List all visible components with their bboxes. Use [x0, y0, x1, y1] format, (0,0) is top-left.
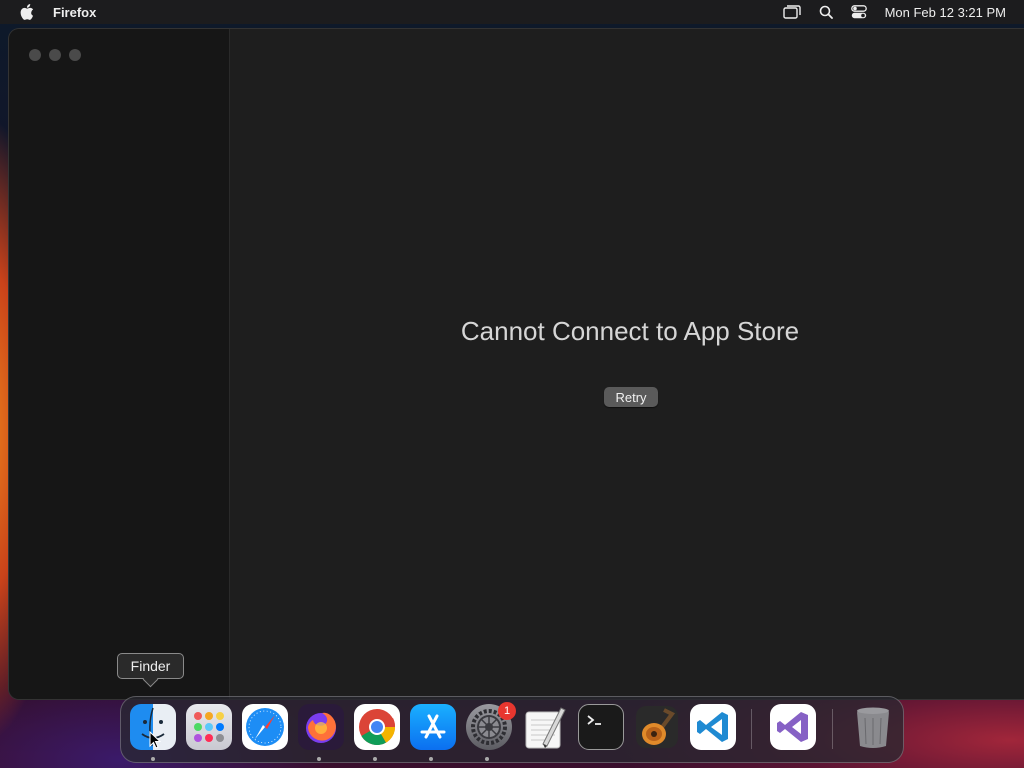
menu-bar: Firefox Mon Feb 12 3:21 PM: [0, 0, 1024, 24]
dock-tooltip: Finder: [117, 653, 184, 679]
screen-mirroring-icon[interactable]: [782, 5, 801, 19]
firefox-icon[interactable]: [298, 704, 344, 750]
minimize-window-button[interactable]: [49, 49, 61, 61]
mouse-cursor-icon: [149, 730, 162, 754]
dock-separator: [832, 709, 833, 749]
menu-bar-clock[interactable]: Mon Feb 12 3:21 PM: [885, 5, 1006, 20]
zoom-window-button[interactable]: [69, 49, 81, 61]
app-store-icon[interactable]: [410, 704, 456, 750]
dock: 1: [120, 696, 904, 763]
system-settings-badge: 1: [498, 702, 516, 720]
chrome-icon[interactable]: [354, 704, 400, 750]
retry-button[interactable]: Retry: [604, 387, 658, 407]
chrome-running-indicator: [373, 757, 377, 761]
connection-error-title: Cannot Connect to App Store: [460, 316, 800, 346]
trash-icon[interactable]: [850, 704, 896, 750]
terminal-icon[interactable]: [578, 704, 624, 750]
app-store-window: Cannot Connect to App Store Retry: [9, 29, 1024, 699]
vscode-icon[interactable]: [690, 704, 736, 750]
textedit-icon[interactable]: [522, 704, 568, 750]
system-settings-running-indicator: [485, 757, 489, 761]
search-icon[interactable]: [819, 5, 833, 19]
apple-icon[interactable]: [19, 4, 35, 20]
garageband-icon[interactable]: [634, 704, 680, 750]
close-window-button[interactable]: [29, 49, 41, 61]
firefox-running-indicator: [317, 757, 321, 761]
active-app-name[interactable]: Firefox: [53, 5, 96, 20]
app-store-sidebar: [9, 29, 230, 699]
safari-icon[interactable]: [242, 704, 288, 750]
app-store-running-indicator: [429, 757, 433, 761]
finder-running-indicator: [151, 757, 155, 761]
app-store-content: Cannot Connect to App Store Retry: [230, 29, 1024, 699]
window-controls: [29, 49, 81, 61]
visual-studio-icon[interactable]: [770, 704, 816, 750]
control-center-icon[interactable]: [850, 5, 867, 19]
launchpad-icon[interactable]: [186, 704, 232, 750]
dock-separator: [751, 709, 752, 749]
